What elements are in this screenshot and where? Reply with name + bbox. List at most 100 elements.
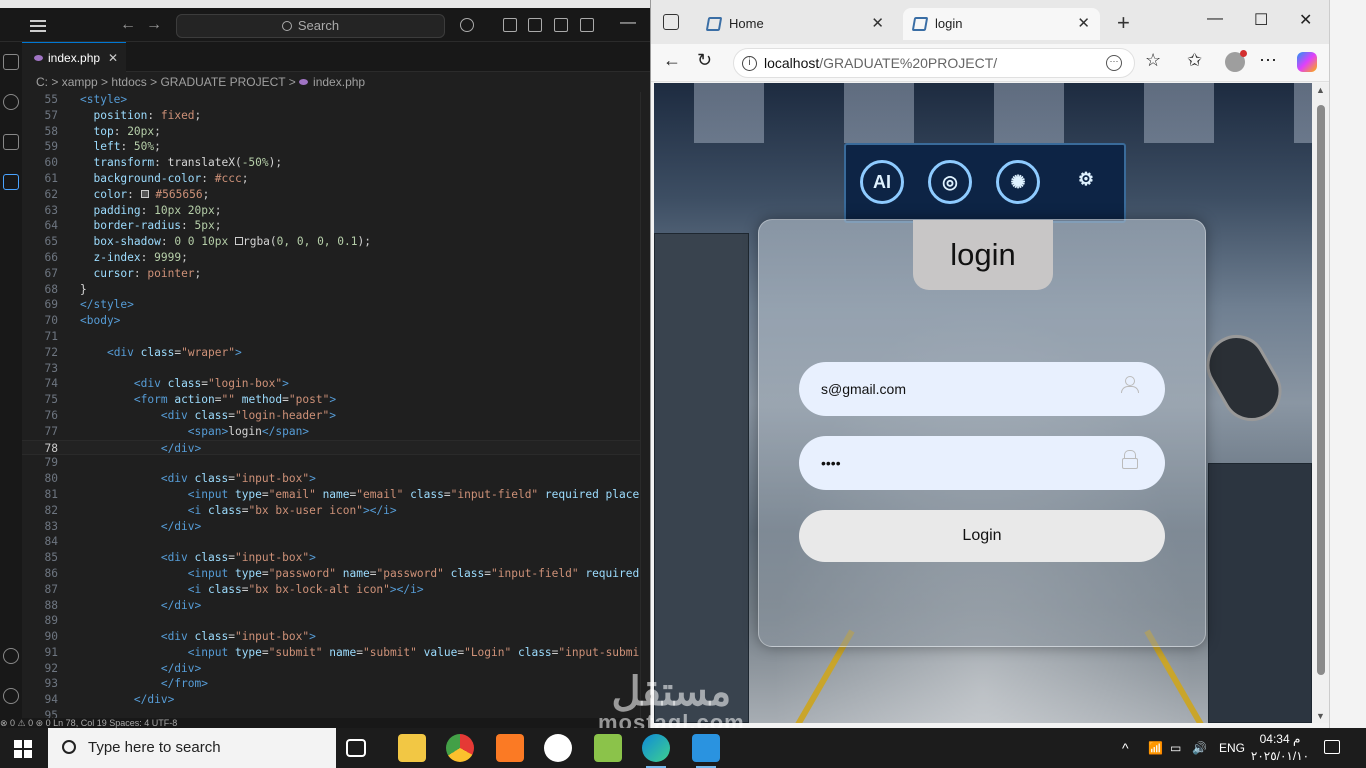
code-line[interactable]: 80 <div class="input-box"> — [22, 471, 640, 487]
scroll-up-icon[interactable]: ▲ — [1316, 85, 1325, 95]
code-line[interactable]: 60 transform: translateX(-50%); — [22, 155, 640, 171]
minimize-icon[interactable]: — — [1207, 10, 1223, 28]
forward-arrow-icon[interactable]: → — [146, 16, 162, 34]
maximize-icon[interactable]: ☐ — [1254, 10, 1268, 30]
code-line[interactable]: 94 </div> — [22, 692, 640, 708]
menu-icon[interactable] — [30, 17, 46, 33]
refresh-icon[interactable]: ↻ — [697, 50, 712, 71]
close-tab-icon[interactable]: ✕ — [1077, 8, 1090, 40]
network-icon[interactable]: 📶 — [1148, 728, 1163, 768]
edge-icon[interactable] — [642, 734, 670, 768]
code-line[interactable]: 62 color: #565656; — [22, 187, 640, 203]
taskbar-search[interactable]: Type here to search — [48, 728, 336, 768]
code-line[interactable]: 83 </div> — [22, 519, 640, 535]
code-line[interactable]: 59 left: 50%; — [22, 139, 640, 155]
code-line[interactable]: 89 — [22, 613, 640, 629]
code-line[interactable]: 93 </from> — [22, 676, 640, 692]
battery-icon[interactable]: ▭ — [1170, 728, 1181, 768]
toggle-sidebar-icon[interactable] — [528, 18, 542, 32]
breadcrumb-item[interactable]: htdocs — [111, 75, 146, 89]
code-line[interactable]: 65 box-shadow: 0 0 10px rgba(0, 0, 0, 0.… — [22, 234, 640, 250]
code-line[interactable]: 91 <input type="submit" name="submit" va… — [22, 645, 640, 661]
toggle-panel-icon[interactable] — [554, 18, 568, 32]
copilot-icon[interactable] — [1297, 52, 1317, 72]
code-line[interactable]: 71 — [22, 329, 640, 345]
code-line[interactable]: 78 </div> — [22, 439, 640, 456]
language-indicator[interactable]: ENG — [1219, 728, 1245, 768]
editor-scrollbar[interactable] — [640, 92, 650, 718]
github-icon[interactable] — [544, 734, 572, 762]
code-line[interactable]: 79 — [22, 455, 640, 471]
xampp-icon[interactable] — [496, 734, 524, 762]
clock[interactable]: 04:34 م ٢٠٢٥/٠١/١٠ — [1250, 731, 1310, 765]
email-field[interactable]: s@gmail.com — [799, 362, 1165, 416]
new-tab-icon[interactable]: + — [1117, 10, 1130, 36]
code-line[interactable]: 95 — [22, 708, 640, 718]
code-line[interactable]: 61 background-color: #ccc; — [22, 171, 640, 187]
profile-avatar[interactable] — [1225, 50, 1247, 72]
layout-customize-icon[interactable] — [503, 18, 517, 32]
code-line[interactable]: 55 <style> — [22, 92, 640, 108]
account-icon[interactable] — [3, 648, 19, 664]
close-tab-icon[interactable]: ✕ — [108, 43, 118, 73]
code-line[interactable]: 90 <div class="input-box"> — [22, 629, 640, 645]
favorite-star-icon[interactable]: ☆ — [1145, 50, 1161, 71]
code-line[interactable]: 75 <form action="" method="post"> — [22, 392, 640, 408]
code-line[interactable]: 57 position: fixed; — [22, 108, 640, 124]
code-line[interactable]: 87 <i class="bx bx-lock-alt icon"></i> — [22, 582, 640, 598]
breadcrumb-item[interactable]: C: — [36, 75, 48, 89]
vscode-icon[interactable] — [692, 734, 720, 768]
code-line[interactable]: 66 z-index: 9999; — [22, 250, 640, 266]
back-arrow-icon[interactable]: ← — [663, 50, 681, 71]
command-search[interactable]: Search — [176, 14, 445, 38]
code-line[interactable]: 64 border-radius: 5px; — [22, 218, 640, 234]
breadcrumb-item[interactable]: xampp — [62, 75, 98, 89]
volume-icon[interactable]: 🔊 — [1192, 728, 1207, 768]
code-line[interactable]: 68} — [22, 282, 640, 298]
breadcrumb-item[interactable]: index.php — [313, 75, 365, 89]
code-line[interactable]: 73 — [22, 361, 640, 377]
minimize-icon[interactable]: — — [620, 14, 636, 32]
close-tab-icon[interactable]: ✕ — [871, 8, 884, 40]
code-line[interactable]: 92 </div> — [22, 661, 640, 677]
file-explorer-icon[interactable] — [398, 734, 426, 762]
code-line[interactable]: 84 — [22, 534, 640, 550]
code-line[interactable]: 76 <div class="login-header"> — [22, 408, 640, 424]
tab-login[interactable]: login ✕ — [903, 8, 1100, 40]
code-line[interactable]: 69 </style> — [22, 297, 640, 313]
tab-home[interactable]: Home ✕ — [697, 8, 894, 40]
chevron-up-icon[interactable]: ^ — [1122, 728, 1129, 768]
tab-index-php[interactable]: index.php ✕ — [22, 42, 126, 72]
code-line[interactable]: 88 </div> — [22, 598, 640, 614]
code-line[interactable]: 85 <div class="input-box"> — [22, 550, 640, 566]
login-button[interactable]: Login — [799, 510, 1165, 562]
favorites-bar-icon[interactable]: ✩ — [1187, 50, 1202, 71]
code-line[interactable]: 72 <div class="wraper"> — [22, 345, 640, 361]
toggle-secondary-sidebar-icon[interactable] — [580, 18, 594, 32]
extensions-icon[interactable] — [3, 174, 19, 190]
scrollbar-thumb[interactable] — [1317, 105, 1325, 675]
lambda-app-icon[interactable] — [594, 734, 622, 762]
close-window-icon[interactable]: ✕ — [1299, 10, 1312, 30]
back-arrow-icon[interactable]: ← — [120, 16, 136, 34]
windows-start-icon[interactable] — [14, 740, 32, 758]
code-editor[interactable]: 55 <style> 57 position: fixed; 58 top: 20px… — [22, 92, 640, 718]
more-options-icon[interactable]: ⋯ — [1106, 55, 1122, 71]
source-control-icon[interactable] — [3, 94, 19, 110]
site-info-icon[interactable]: i — [742, 56, 757, 71]
code-line[interactable]: 81 <input type="email" name="email" clas… — [22, 487, 640, 503]
scroll-down-icon[interactable]: ▼ — [1316, 711, 1325, 721]
tab-actions-icon[interactable] — [663, 14, 679, 30]
copilot-icon[interactable] — [460, 18, 474, 32]
code-line[interactable]: 63 padding: 10px 20px; — [22, 203, 640, 219]
code-line[interactable]: 74 <div class="login-box"> — [22, 376, 640, 392]
code-line[interactable]: 70 <body> — [22, 313, 640, 329]
settings-more-icon[interactable]: ⋯ — [1259, 50, 1277, 71]
run-debug-icon[interactable] — [3, 134, 19, 150]
breadcrumb-item[interactable]: GRADUATE PROJECT — [160, 75, 285, 89]
explorer-icon[interactable] — [3, 54, 19, 70]
code-line[interactable]: 67 cursor: pointer; — [22, 266, 640, 282]
task-view-icon[interactable] — [346, 739, 366, 757]
settings-gear-icon[interactable] — [3, 688, 19, 704]
password-field[interactable]: •••• — [799, 436, 1165, 490]
